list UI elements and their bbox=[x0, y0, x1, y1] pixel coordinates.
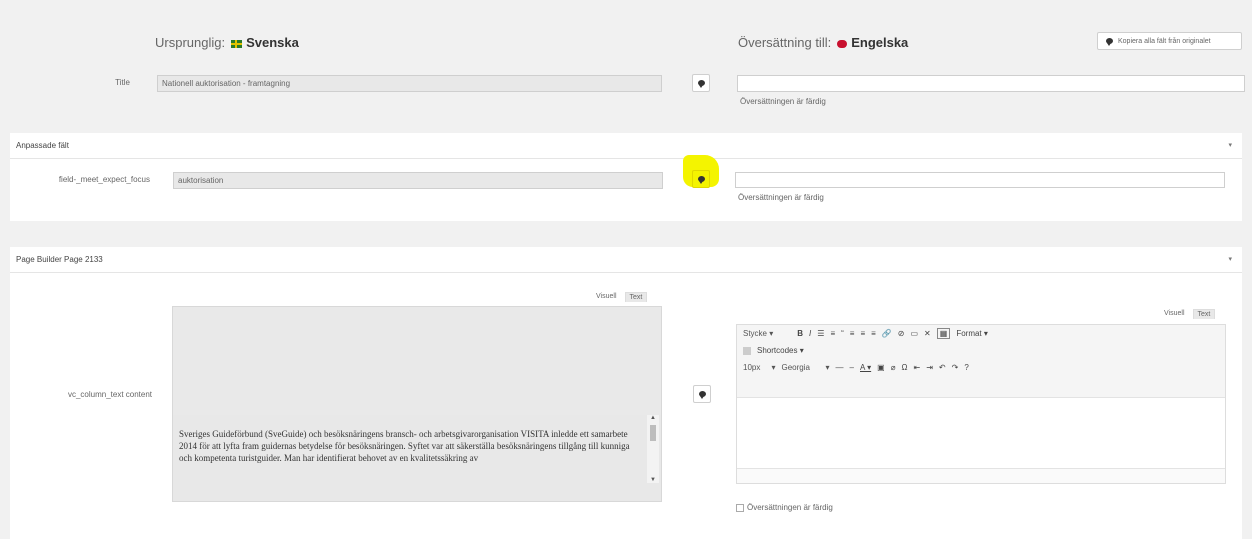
link-icon[interactable]: 🔗 bbox=[882, 329, 892, 338]
page-builder-field-label: vc_column_text content bbox=[67, 390, 152, 399]
shortcode-icon[interactable] bbox=[743, 346, 751, 355]
paste-text-icon[interactable]: ▣ bbox=[877, 363, 885, 372]
bold-icon[interactable]: B bbox=[797, 329, 803, 338]
special-char-icon[interactable]: Ω bbox=[902, 363, 908, 372]
help-icon[interactable]: ? bbox=[964, 363, 968, 372]
italic-icon[interactable]: I bbox=[809, 329, 811, 338]
translation-editor-statusbar bbox=[737, 468, 1225, 483]
read-more-icon[interactable]: ▭ bbox=[910, 329, 918, 338]
original-editor-box: Sveriges Guideförbund (SveGuide) och bes… bbox=[172, 306, 662, 502]
blockquote-icon[interactable]: “ bbox=[841, 329, 844, 338]
copy-title-button[interactable] bbox=[692, 74, 710, 92]
font-size-select[interactable]: 10px ▾ bbox=[743, 363, 776, 372]
custom-field-translation-input[interactable] bbox=[735, 172, 1225, 188]
page-builder-section: Page Builder Page 2133 ▾ vc_column_text … bbox=[10, 247, 1242, 539]
section-divider bbox=[10, 158, 1242, 159]
translation-editor-tabs: Visuell Text bbox=[1160, 309, 1216, 319]
title-translation-done[interactable]: Översättningen är färdig bbox=[740, 97, 826, 106]
copy-bubble-icon bbox=[698, 391, 706, 399]
toolbar-row-3: 10px ▾ Georgia ▾ — – A ▾ ▣ ⌀ Ω ⇤ ⇥ ↶ ↷ ? bbox=[737, 359, 1225, 376]
redo-icon[interactable]: ↷ bbox=[952, 363, 959, 372]
numbered-list-icon[interactable]: ≡ bbox=[830, 329, 835, 338]
copy-bubble-icon bbox=[697, 176, 705, 184]
copy-all-button[interactable]: Kopiera alla fält från originalet bbox=[1097, 32, 1242, 50]
indent-icon[interactable]: ⇥ bbox=[926, 363, 933, 372]
original-editor-content: Sveriges Guideförbund (SveGuide) och bes… bbox=[179, 429, 630, 463]
horizontal-line-icon[interactable]: – bbox=[850, 363, 854, 372]
uk-flag-icon bbox=[837, 39, 848, 48]
format-menu[interactable]: Format ▾ bbox=[956, 329, 988, 338]
custom-field-original: auktorisation bbox=[173, 172, 663, 189]
align-center-icon[interactable]: ≡ bbox=[860, 329, 865, 338]
original-editor-toolbar-area bbox=[173, 307, 661, 415]
title-translation-input[interactable] bbox=[737, 75, 1245, 92]
copy-custom-field-button[interactable] bbox=[692, 170, 710, 188]
shortcodes-menu[interactable]: Shortcodes ▾ bbox=[757, 346, 804, 355]
content-translation-done[interactable]: Översättningen är färdig bbox=[736, 503, 833, 512]
collapse-toggle-icon[interactable]: ▾ bbox=[1228, 255, 1232, 263]
unlink-icon[interactable]: ⊘ bbox=[898, 329, 905, 338]
undo-icon[interactable]: ↶ bbox=[939, 363, 946, 372]
custom-fields-section-title: Anpassade fält bbox=[16, 141, 69, 150]
original-editor-scrollbar[interactable]: ▲ ▼ bbox=[647, 415, 659, 483]
strikethrough-icon[interactable]: — bbox=[836, 363, 844, 372]
translation-editor-toolbar: Stycke ▾ B I ☰ ≡ “ ≡ ≡ ≡ 🔗 ⊘ ▭ ✕ ▦ Forma… bbox=[737, 325, 1225, 398]
align-right-icon[interactable]: ≡ bbox=[871, 329, 876, 338]
section-divider bbox=[10, 272, 1242, 273]
custom-fields-section: Anpassade fält ▾ field-_meet_expect_focu… bbox=[10, 133, 1242, 221]
original-language-header: Ursprunglig: Svenska bbox=[155, 35, 299, 50]
outdent-icon[interactable]: ⇤ bbox=[914, 363, 921, 372]
tab-text[interactable]: Text bbox=[1192, 309, 1216, 319]
fullscreen-icon[interactable]: ✕ bbox=[924, 329, 931, 338]
custom-field-translation-done[interactable]: Översättningen är färdig bbox=[738, 193, 824, 202]
page-builder-section-title: Page Builder Page 2133 bbox=[16, 255, 103, 264]
toolbar-toggle-icon[interactable]: ▦ bbox=[936, 328, 951, 339]
copy-bubble-icon bbox=[1106, 38, 1113, 46]
done-checkbox[interactable] bbox=[736, 503, 744, 512]
sweden-flag-icon bbox=[231, 39, 243, 48]
bullet-list-icon[interactable]: ☰ bbox=[817, 329, 824, 338]
collapse-toggle-icon[interactable]: ▾ bbox=[1228, 141, 1232, 149]
title-original-field: Nationell auktorisation - framtagning bbox=[157, 75, 662, 92]
clear-format-icon[interactable]: ⌀ bbox=[891, 363, 896, 372]
title-label: Title bbox=[115, 78, 130, 87]
translation-editor-box: Stycke ▾ B I ☰ ≡ “ ≡ ≡ ≡ 🔗 ⊘ ▭ ✕ ▦ Forma… bbox=[736, 324, 1226, 484]
font-family-select[interactable]: Georgia ▾ bbox=[782, 363, 830, 372]
original-editor-tabs: Visuell Text bbox=[592, 292, 648, 302]
align-left-icon[interactable]: ≡ bbox=[850, 329, 855, 338]
copy-bubble-icon bbox=[697, 80, 705, 88]
translation-language-header: Översättning till: Engelska bbox=[738, 35, 909, 50]
tab-visual[interactable]: Visuell bbox=[1160, 309, 1189, 319]
copy-content-button[interactable] bbox=[693, 385, 711, 403]
tab-text[interactable]: Text bbox=[624, 292, 648, 302]
custom-field-label: field-_meet_expect_focus bbox=[58, 175, 150, 184]
paragraph-select[interactable]: Stycke ▾ bbox=[743, 329, 773, 338]
tab-visual[interactable]: Visuell bbox=[592, 292, 621, 302]
toolbar-row-2: Shortcodes ▾ bbox=[737, 342, 1225, 359]
text-color-icon[interactable]: A ▾ bbox=[860, 363, 871, 372]
toolbar-row-1: Stycke ▾ B I ☰ ≡ “ ≡ ≡ ≡ 🔗 ⊘ ▭ ✕ ▦ Forma… bbox=[737, 325, 1225, 342]
